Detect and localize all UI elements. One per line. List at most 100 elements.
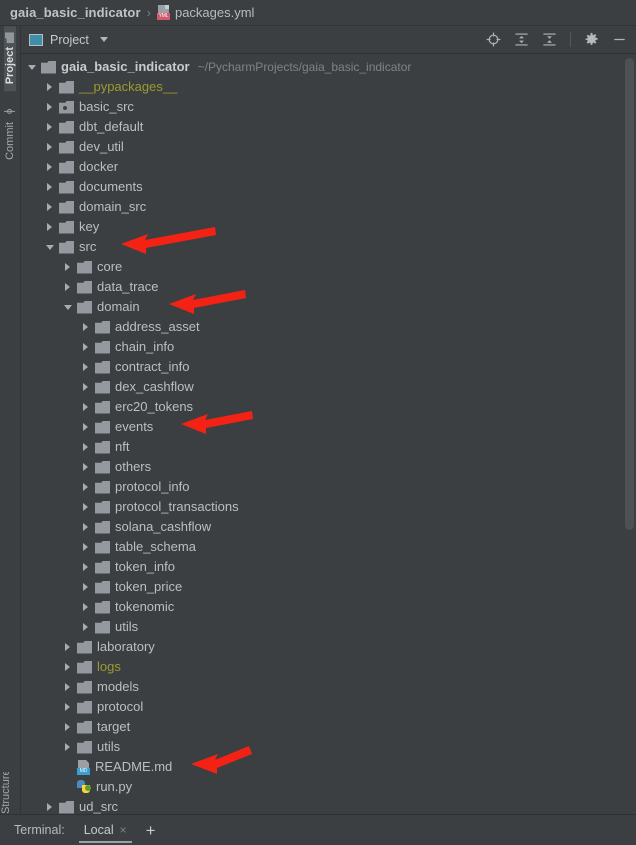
- tree-row-events[interactable]: events: [21, 417, 636, 437]
- tree-row-basic-src[interactable]: basic_src: [21, 97, 636, 117]
- chevron-right-icon[interactable]: [79, 423, 92, 431]
- tree-row-utils[interactable]: utils: [21, 737, 636, 757]
- tree-row-label: logs: [97, 659, 121, 674]
- tree-row-documents[interactable]: documents: [21, 177, 636, 197]
- tree-row-protocol-transactions[interactable]: protocol_transactions: [21, 497, 636, 517]
- chevron-right-icon[interactable]: [79, 583, 92, 591]
- chevron-down-icon[interactable]: [43, 244, 56, 250]
- chevron-right-icon[interactable]: [43, 183, 56, 191]
- expand-all-icon[interactable]: [514, 32, 529, 47]
- tree-row-core[interactable]: core: [21, 257, 636, 277]
- chevron-right-icon[interactable]: [61, 263, 74, 271]
- chevron-right-icon[interactable]: [79, 623, 92, 631]
- collapse-all-icon[interactable]: [542, 32, 557, 47]
- chevron-right-icon[interactable]: [79, 523, 92, 531]
- breadcrumb-file[interactable]: packages.yml: [175, 5, 254, 20]
- tree-row-key[interactable]: key: [21, 217, 636, 237]
- breadcrumb-project[interactable]: gaia_basic_indicator: [10, 5, 141, 20]
- chevron-right-icon[interactable]: [43, 203, 56, 211]
- tree-row-domain[interactable]: domain: [21, 297, 636, 317]
- tree-row-solana-cashflow[interactable]: solana_cashflow: [21, 517, 636, 537]
- tree-row-data-trace[interactable]: data_trace: [21, 277, 636, 297]
- chevron-right-icon[interactable]: [79, 483, 92, 491]
- chevron-right-icon[interactable]: [61, 703, 74, 711]
- chevron-right-icon[interactable]: [61, 663, 74, 671]
- tree-row-run-py[interactable]: run.py: [21, 777, 636, 797]
- tree-row-dbt-default[interactable]: dbt_default: [21, 117, 636, 137]
- chevron-right-icon[interactable]: [79, 503, 92, 511]
- tree-row-models[interactable]: models: [21, 677, 636, 697]
- chevron-right-icon[interactable]: [43, 83, 56, 91]
- chevron-right-icon[interactable]: [79, 363, 92, 371]
- chevron-right-icon[interactable]: [61, 683, 74, 691]
- tree-row-others[interactable]: others: [21, 457, 636, 477]
- chevron-right-icon[interactable]: [43, 103, 56, 111]
- tree-row-label: contract_info: [115, 359, 190, 374]
- tree-row--pypackages-[interactable]: __pypackages__: [21, 77, 636, 97]
- chevron-right-icon[interactable]: [79, 463, 92, 471]
- tree-row-token-price[interactable]: token_price: [21, 577, 636, 597]
- tree-row-src[interactable]: src: [21, 237, 636, 257]
- add-terminal-tab-button[interactable]: +: [146, 822, 156, 839]
- chevron-right-icon[interactable]: [43, 163, 56, 171]
- tree-row-gaia-basic-indicator[interactable]: gaia_basic_indicator ~/PycharmProjects/ga…: [21, 57, 636, 77]
- tree-row-protocol-info[interactable]: protocol_info: [21, 477, 636, 497]
- chevron-right-icon[interactable]: [43, 223, 56, 231]
- tree-row-ud-src[interactable]: ud_src: [21, 797, 636, 814]
- tree-row-docker[interactable]: docker: [21, 157, 636, 177]
- close-icon[interactable]: ×: [120, 823, 127, 837]
- chevron-down-icon[interactable]: [61, 304, 74, 310]
- tree-row-nft[interactable]: nft: [21, 437, 636, 457]
- folder-icon: [95, 500, 110, 514]
- sidebar-item-commit[interactable]: Commit: [4, 99, 16, 167]
- terminal-tab-local[interactable]: Local ×: [78, 819, 132, 843]
- chevron-right-icon[interactable]: [43, 123, 56, 131]
- chevron-right-icon[interactable]: [43, 803, 56, 811]
- chevron-right-icon[interactable]: [61, 283, 74, 291]
- chevron-right-icon[interactable]: [79, 323, 92, 331]
- chevron-right-icon[interactable]: [61, 723, 74, 731]
- tree-row-address-asset[interactable]: address_asset: [21, 317, 636, 337]
- tree-row-label: protocol_transactions: [115, 499, 239, 514]
- tree-row-logs[interactable]: logs: [21, 657, 636, 677]
- chevron-right-icon[interactable]: [43, 143, 56, 151]
- tree-row-label: run.py: [96, 779, 133, 794]
- tree-row-dex-cashflow[interactable]: dex_cashflow: [21, 377, 636, 397]
- tree-row-chain-info[interactable]: chain_info: [21, 337, 636, 357]
- chevron-right-icon[interactable]: [61, 743, 74, 751]
- locate-file-icon[interactable]: [486, 32, 501, 47]
- tree-row-dev-util[interactable]: dev_util: [21, 137, 636, 157]
- tree-row-tokenomic[interactable]: tokenomic: [21, 597, 636, 617]
- chevron-down-icon[interactable]: [99, 37, 108, 42]
- settings-gear-icon[interactable]: [584, 32, 599, 47]
- chevron-right-icon[interactable]: [79, 543, 92, 551]
- tree-row-contract-info[interactable]: contract_info: [21, 357, 636, 377]
- project-tree-container[interactable]: gaia_basic_indicator ~/PycharmProjects/ga…: [21, 54, 636, 814]
- chevron-right-icon[interactable]: [61, 643, 74, 651]
- sidebar-item-structure[interactable]: Structure: [0, 772, 12, 814]
- chevron-right-icon[interactable]: [79, 383, 92, 391]
- tool-window-title-group[interactable]: Project: [29, 33, 108, 47]
- tree-row-token-info[interactable]: token_info: [21, 557, 636, 577]
- chevron-right-icon[interactable]: [79, 443, 92, 451]
- tree-row-erc20-tokens[interactable]: erc20_tokens: [21, 397, 636, 417]
- sidebar-item-project[interactable]: Project: [4, 26, 16, 92]
- tree-row-laboratory[interactable]: laboratory: [21, 637, 636, 657]
- tree-row-readme-md[interactable]: MD README.md: [21, 757, 636, 777]
- folder-icon: [95, 620, 110, 634]
- tree-row-protocol[interactable]: protocol: [21, 697, 636, 717]
- folder-icon: [95, 520, 110, 534]
- minimize-icon[interactable]: [612, 32, 627, 47]
- tree-row-domain-src[interactable]: domain_src: [21, 197, 636, 217]
- chevron-right-icon[interactable]: [79, 403, 92, 411]
- chevron-right-icon[interactable]: [79, 603, 92, 611]
- tree-row-utils[interactable]: utils: [21, 617, 636, 637]
- vertical-scrollbar[interactable]: [625, 58, 634, 530]
- chevron-right-icon[interactable]: [79, 563, 92, 571]
- chevron-right-icon[interactable]: [79, 343, 92, 351]
- tree-row-target[interactable]: target: [21, 717, 636, 737]
- project-tab-label: Project: [4, 47, 16, 85]
- chevron-down-icon[interactable]: [25, 64, 38, 70]
- tree-row-label: token_info: [115, 559, 175, 574]
- tree-row-table-schema[interactable]: table_schema: [21, 537, 636, 557]
